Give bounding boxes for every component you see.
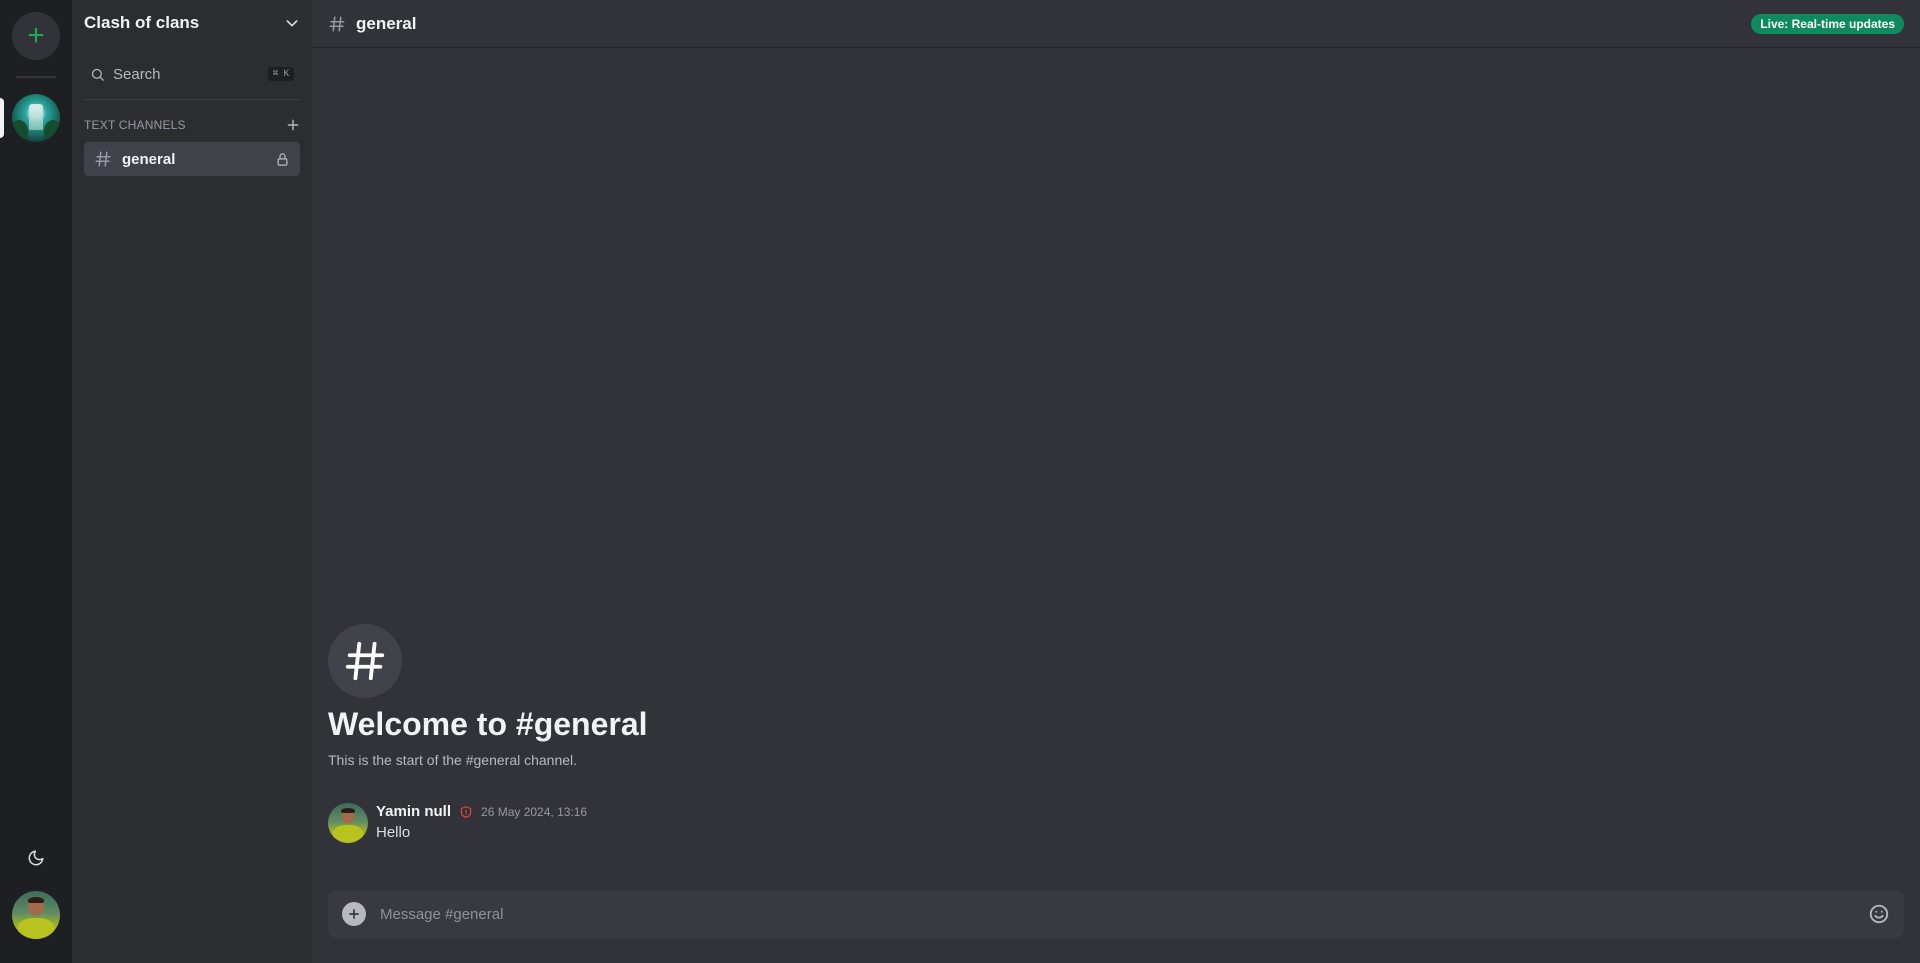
create-channel-button[interactable]	[286, 118, 300, 132]
chevron-down-icon	[286, 20, 298, 27]
channel-welcome-icon	[328, 624, 402, 698]
smile-icon	[1869, 904, 1889, 924]
category-label: TEXT CHANNELS	[84, 118, 186, 132]
server-rail: +	[0, 0, 72, 963]
server-header[interactable]: Clash of clans	[72, 0, 312, 46]
server-art-tower	[29, 104, 43, 130]
welcome-title: Welcome to #general	[328, 706, 648, 742]
channel-title: general	[356, 13, 417, 33]
rail-separator	[16, 76, 56, 78]
theme-toggle-button[interactable]	[20, 842, 52, 874]
message-avatar[interactable]	[328, 803, 368, 843]
hash-icon	[329, 16, 345, 31]
moon-icon	[28, 850, 44, 866]
message-header: Yamin null 26 May 2024, 13:16	[376, 803, 587, 820]
plus-icon	[287, 119, 299, 131]
user-avatar[interactable]	[12, 891, 60, 939]
add-server-button[interactable]: +	[12, 12, 60, 60]
message-composer	[328, 890, 1904, 938]
search-button[interactable]: Search ⌘ K	[84, 60, 300, 88]
search-label: Search	[113, 65, 161, 83]
search-shortcut: ⌘ K	[267, 67, 294, 81]
channel-name: general	[122, 150, 176, 168]
server-art-tree	[12, 120, 28, 142]
search-icon	[91, 68, 104, 81]
avatar-shirt	[332, 825, 364, 843]
message-item: Yamin null 26 May 2024, 13:16 Hello	[328, 803, 1888, 845]
avatar-hair	[341, 807, 355, 814]
welcome-subtitle: This is the start of the #general channe…	[328, 752, 578, 768]
chat-area: general Live: Real-time updates Welcome …	[312, 0, 1920, 963]
server-icon-clash-of-clans[interactable]	[12, 94, 60, 142]
server-name: Clash of clans	[84, 13, 200, 32]
emoji-button[interactable]	[1868, 903, 1890, 925]
message-input[interactable]	[380, 905, 1854, 923]
plus-icon: +	[27, 19, 45, 52]
message-text: Hello	[376, 824, 411, 841]
channel-sidebar: Clash of clans Search ⌘ K TEXT CHANNELS …	[72, 0, 312, 963]
active-server-indicator	[0, 98, 4, 138]
message-timestamp: 26 May 2024, 13:16	[481, 804, 588, 819]
avatar-hair	[27, 896, 45, 904]
avatar-shirt	[17, 917, 55, 939]
live-status-badge: Live: Real-time updates	[1751, 13, 1904, 34]
attach-button[interactable]	[342, 902, 366, 926]
channel-category: TEXT CHANNELS	[84, 116, 300, 134]
hash-icon	[345, 641, 385, 681]
hash-icon	[95, 151, 111, 167]
sidebar-divider	[84, 99, 300, 100]
server-art-tree	[44, 120, 60, 142]
lock-icon	[277, 152, 288, 166]
message-author[interactable]: Yamin null	[376, 803, 451, 820]
channel-item-general[interactable]: general	[84, 142, 300, 176]
plus-icon	[349, 909, 359, 919]
channel-header: general Live: Real-time updates	[312, 0, 1920, 48]
shield-icon	[460, 805, 472, 818]
